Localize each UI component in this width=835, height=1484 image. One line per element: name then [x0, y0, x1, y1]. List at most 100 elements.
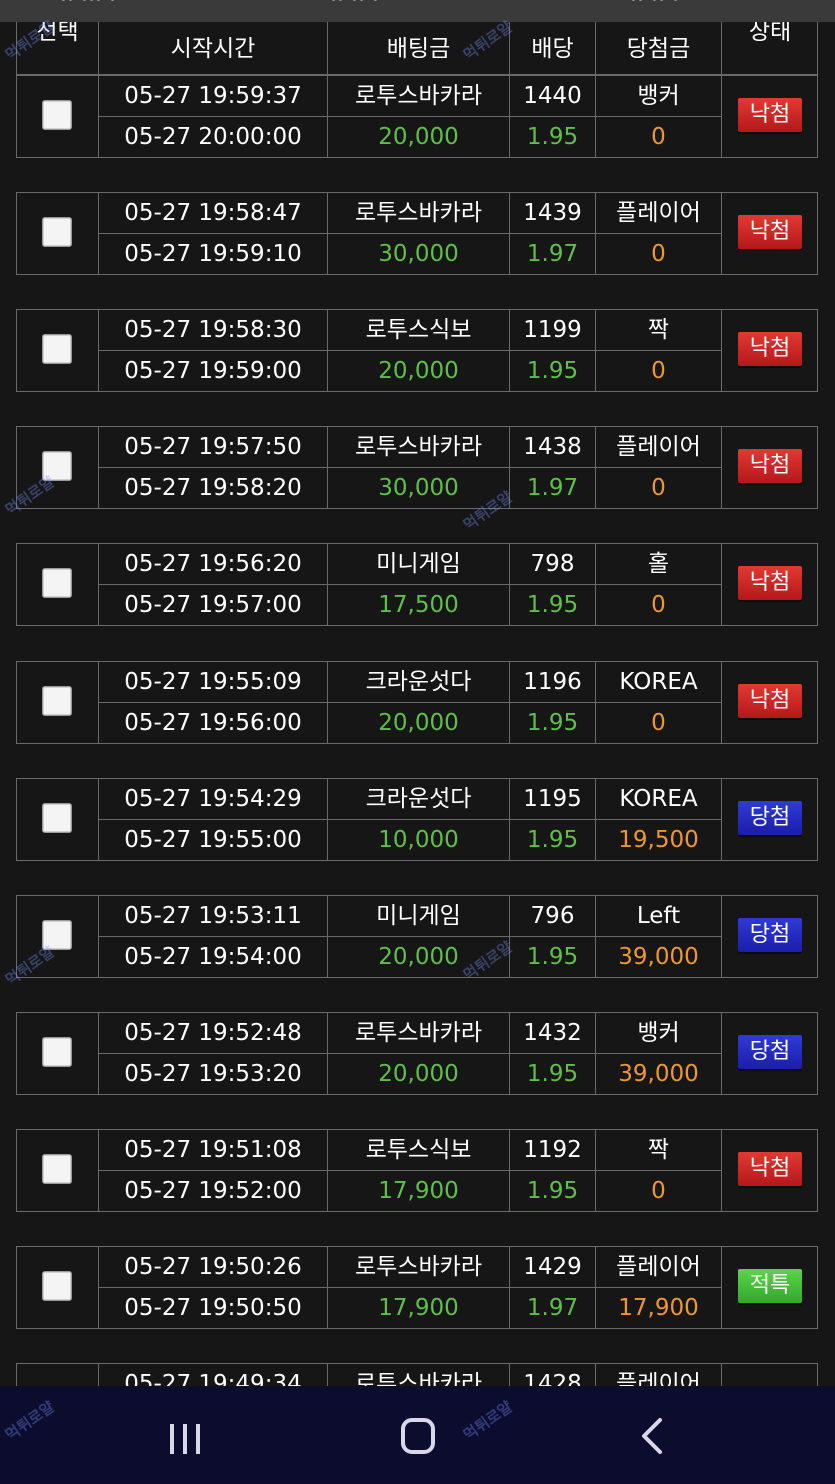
row-checkbox[interactable] [42, 451, 72, 481]
row-status-cell: 적특 [722, 1247, 817, 1328]
row-start-time: 05-27 19:50:26 [99, 1247, 328, 1288]
row-win-amount: 17,900 [596, 1288, 722, 1328]
row-end-time: 05-27 19:55:00 [99, 820, 328, 860]
status-badge: 낙첨 [738, 332, 802, 366]
row-win-amount: 0 [596, 351, 722, 391]
table-row: 05-27 19:52:48 로투스바카라 1432 뱅커 05-27 19:53:20… [16, 1012, 818, 1095]
row-pick: 뱅커 [596, 76, 722, 117]
table-row: 05-27 19:55:09 크라운섯다 1196 KOREA 05-27 19:56:… [16, 661, 818, 744]
row-win-amount: 0 [596, 585, 722, 625]
row-pick: 짝 [596, 310, 722, 351]
table-row: 05-27 19:50:26 로투스바카라 1429 플레이어 05-27 19:50:… [16, 1246, 818, 1329]
row-status-cell: 낙첨 [722, 427, 817, 508]
row-bet-amount: 17,900 [328, 1288, 510, 1328]
row-pick: 플레이어 [596, 193, 722, 234]
table-row: 05-27 19:56:20 미니게임 798 홀 05-27 19:57:00 17,5… [16, 543, 818, 626]
row-pick: 뱅커 [596, 1013, 722, 1054]
row-round: 1192 [510, 1130, 596, 1171]
row-status-cell: 낙첨 [722, 1130, 817, 1211]
row-status-cell: 당첨 [722, 1013, 817, 1094]
row-end-time: 05-27 19:53:20 [99, 1054, 328, 1094]
status-badge: 당첨 [738, 1035, 802, 1069]
row-round: 796 [510, 896, 596, 937]
row-end-time: 05-27 20:00:00 [99, 117, 328, 157]
row-checkbox[interactable] [42, 1037, 72, 1067]
header-status: 상태 [722, 22, 818, 75]
row-checkbox[interactable] [42, 1271, 72, 1301]
row-select-cell [17, 1364, 99, 1386]
row-checkbox[interactable] [42, 334, 72, 364]
status-badge: 당첨 [738, 801, 802, 835]
row-status-cell: 낙첨 [722, 76, 817, 157]
row-pick: 플레이어 [596, 427, 722, 468]
row-win-amount: 0 [596, 234, 722, 274]
row-odds: 1.95 [510, 1054, 596, 1094]
table-row: 05-27 19:59:37 로투스바카라 1440 뱅커 05-27 20:00:00… [16, 75, 818, 158]
back-icon[interactable] [618, 1408, 688, 1462]
row-pick: 짝 [596, 1130, 722, 1171]
row-pick: KOREA [596, 779, 722, 820]
row-game-name: 크라운섯다 [328, 779, 510, 820]
row-win-amount: 0 [596, 117, 722, 157]
row-checkbox[interactable] [42, 803, 72, 833]
row-status-cell [722, 1364, 817, 1386]
status-badge: 낙첨 [738, 98, 802, 132]
row-start-time: 05-27 19:58:47 [99, 193, 328, 234]
row-checkbox[interactable] [42, 920, 72, 950]
header-bet-amount: 배팅금 [328, 22, 510, 75]
row-odds: 1.97 [510, 1288, 596, 1328]
row-pick: 플레이어 [596, 1247, 722, 1288]
row-win-amount: 0 [596, 703, 722, 743]
row-odds: 1.95 [510, 585, 596, 625]
row-status-cell: 낙첨 [722, 544, 817, 625]
row-checkbox[interactable] [42, 100, 72, 130]
status-badge: 낙첨 [738, 566, 802, 600]
row-select-cell [17, 662, 99, 743]
table-row: 05-27 19:58:47 로투스바카라 1439 플레이어 05-27 19:59:… [16, 192, 818, 275]
row-end-time: 05-27 19:57:00 [99, 585, 328, 625]
row-select-cell [17, 1130, 99, 1211]
status-badge: 낙첨 [738, 449, 802, 483]
row-round: 1438 [510, 427, 596, 468]
row-win-amount: 19,500 [596, 820, 722, 860]
recents-icon[interactable] [150, 1408, 220, 1462]
row-end-time: 05-27 19:52:00 [99, 1171, 328, 1211]
row-select-cell [17, 76, 99, 157]
table-row: 05-27 19:53:11 미니게임 796 Left 05-27 19:54:00 2… [16, 895, 818, 978]
row-start-time: 05-27 19:52:48 [99, 1013, 328, 1054]
table-header: 선택 시작시간 배팅금 배당 당첨금 상태 [16, 22, 818, 75]
table-row: 05-27 19:57:50 로투스바카라 1438 플레이어 05-27 19:58:… [16, 426, 818, 509]
row-checkbox[interactable] [42, 686, 72, 716]
row-odds: 1.95 [510, 1171, 596, 1211]
row-odds: 1.97 [510, 468, 596, 508]
row-pick: Left [596, 896, 722, 937]
row-bet-amount: 30,000 [328, 234, 510, 274]
row-end-time: 05-27 19:59:10 [99, 234, 328, 274]
row-checkbox[interactable] [42, 217, 72, 247]
row-pick: 플레이어 [596, 1364, 722, 1386]
row-checkbox[interactable] [42, 1154, 72, 1184]
row-bet-amount: 30,000 [328, 468, 510, 508]
row-game-name: 로투스바카라 [328, 1364, 510, 1386]
table-row: 05-27 19:58:30 로투스식보 1199 짝 05-27 19:59:00 20… [16, 309, 818, 392]
row-status-cell: 당첨 [722, 896, 817, 977]
row-round: 1429 [510, 1247, 596, 1288]
row-end-time: 05-27 19:58:20 [99, 468, 328, 508]
row-select-cell [17, 427, 99, 508]
row-end-time: 05-27 19:50:50 [99, 1288, 328, 1328]
header-odds: 배당 [510, 22, 596, 75]
row-round: 1199 [510, 310, 596, 351]
home-icon[interactable] [383, 1408, 453, 1462]
status-badge: 낙첨 [738, 215, 802, 249]
row-game-name: 로투스바카라 [328, 1247, 510, 1288]
row-win-amount: 0 [596, 1171, 722, 1211]
row-bet-amount: 20,000 [328, 703, 510, 743]
row-round: 1195 [510, 779, 596, 820]
row-odds: 1.95 [510, 117, 596, 157]
row-start-time: 05-27 19:55:09 [99, 662, 328, 703]
row-checkbox[interactable] [42, 568, 72, 598]
row-game-name: 로투스바카라 [328, 427, 510, 468]
row-select-cell [17, 779, 99, 860]
row-odds: 1.95 [510, 820, 596, 860]
status-badge: 낙첨 [738, 1152, 802, 1186]
